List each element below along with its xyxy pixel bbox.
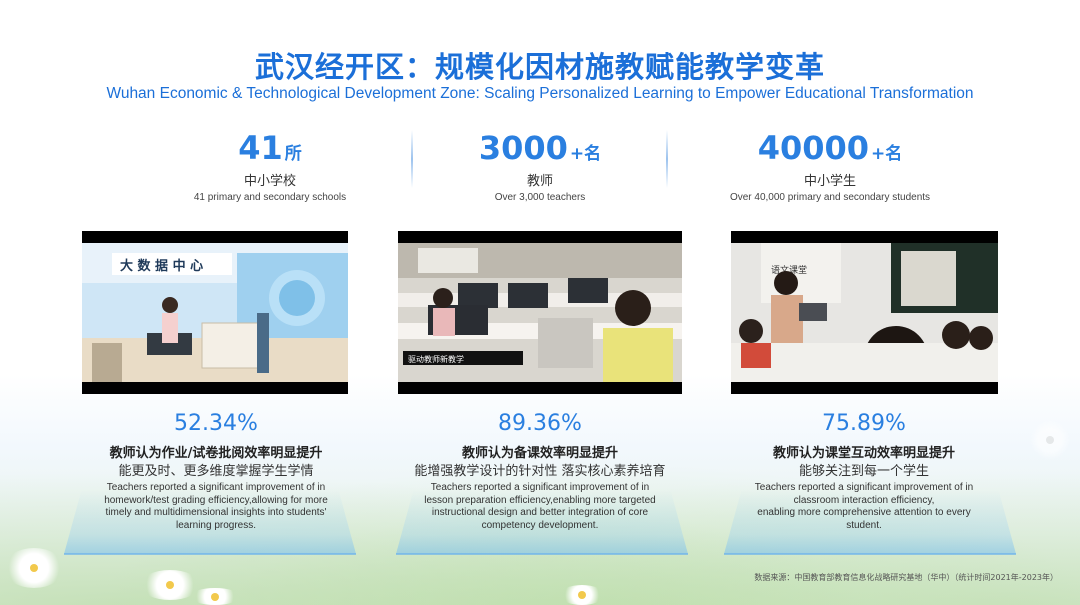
finding-description-en: Teachers reported a significant improvem… <box>754 482 974 531</box>
data-source-note: 数据来源：中国教育部教育信息化战略研究基地（华中）（统计时间2021年-2023… <box>754 573 1058 582</box>
page-subtitle: Wuhan Economic & Technological Developme… <box>106 85 974 102</box>
finding-subtitle-cn: 能更及时、更多维度掌握学生学情 <box>118 464 314 479</box>
stat-label-en: Over 3,000 teachers <box>494 192 586 203</box>
svg-text:驱动教师新教学: 驱动教师新教学 <box>408 354 464 364</box>
daisy-decoration <box>190 588 240 605</box>
finding-percent: 89.36% <box>498 411 582 436</box>
stat-unit: +名 <box>871 144 903 164</box>
finding-description-en: Teachers reported a significant improvem… <box>424 482 656 531</box>
stat-label-en: Over 40,000 primary and secondary studen… <box>729 192 931 203</box>
stat-number: 41 <box>238 129 283 167</box>
stat-label-cn: 教师 <box>526 174 553 189</box>
finding-title-cn: 教师认为备课效率明显提升 <box>461 446 618 461</box>
glass-pedestal-edge <box>64 553 356 555</box>
finding-percent: 75.89% <box>822 411 906 436</box>
finding-subtitle-cn: 能增强教学设计的针对性 落实核心素养培育 <box>414 464 666 479</box>
stat-unit: +名 <box>569 144 602 164</box>
photo-classroom: 语文课堂 <box>731 231 998 394</box>
data-center-scene-image: 大 数 据 中 心 <box>82 243 348 382</box>
stat-label-cn: 中小学生 <box>803 174 856 189</box>
glass-pedestal-edge <box>396 553 688 555</box>
glass-pedestal-edge <box>724 553 1016 555</box>
photo-computer-room: 驱动教师新教学 <box>398 231 682 394</box>
finding-subtitle-cn: 能够关注到每一个学生 <box>798 464 929 479</box>
dandelion-decoration <box>4 548 64 588</box>
finding-title-cn: 教师认为作业/试卷批阅效率明显提升 <box>109 446 323 461</box>
stat-label-cn: 中小学校 <box>243 174 296 189</box>
stat-label-en: 41 primary and secondary schools <box>193 192 347 203</box>
stat-students: 40000 +名 中小学生 Over 40,000 primary and sec… <box>680 132 980 203</box>
stat-teachers: 3000 +名 教师 Over 3,000 teachers <box>390 132 690 203</box>
dandelion-decoration <box>560 585 604 605</box>
svg-text:大 数 据 中 心: 大 数 据 中 心 <box>120 258 203 274</box>
finding-description-en: Teachers reported a significant improvem… <box>104 482 328 531</box>
dandelion-decoration <box>1030 420 1070 460</box>
stat-unit: 所 <box>284 144 302 164</box>
stat-schools: 41 所 中小学校 41 primary and secondary school… <box>120 132 420 203</box>
stat-number: 3000 <box>478 129 568 167</box>
stat-number: 40000 <box>757 129 870 167</box>
finding-percent: 52.34% <box>174 411 258 436</box>
finding-title-cn: 教师认为课堂互动效率明显提升 <box>772 446 955 461</box>
classroom-scene-image: 语文课堂 <box>731 243 998 382</box>
photo-data-center: 大 数 据 中 心 <box>82 231 348 394</box>
page-title: 武汉经开区：规模化因材施教赋能教学变革 <box>254 50 825 84</box>
stat-divider <box>666 130 668 188</box>
computer-room-scene-image: 驱动教师新教学 <box>398 243 682 382</box>
